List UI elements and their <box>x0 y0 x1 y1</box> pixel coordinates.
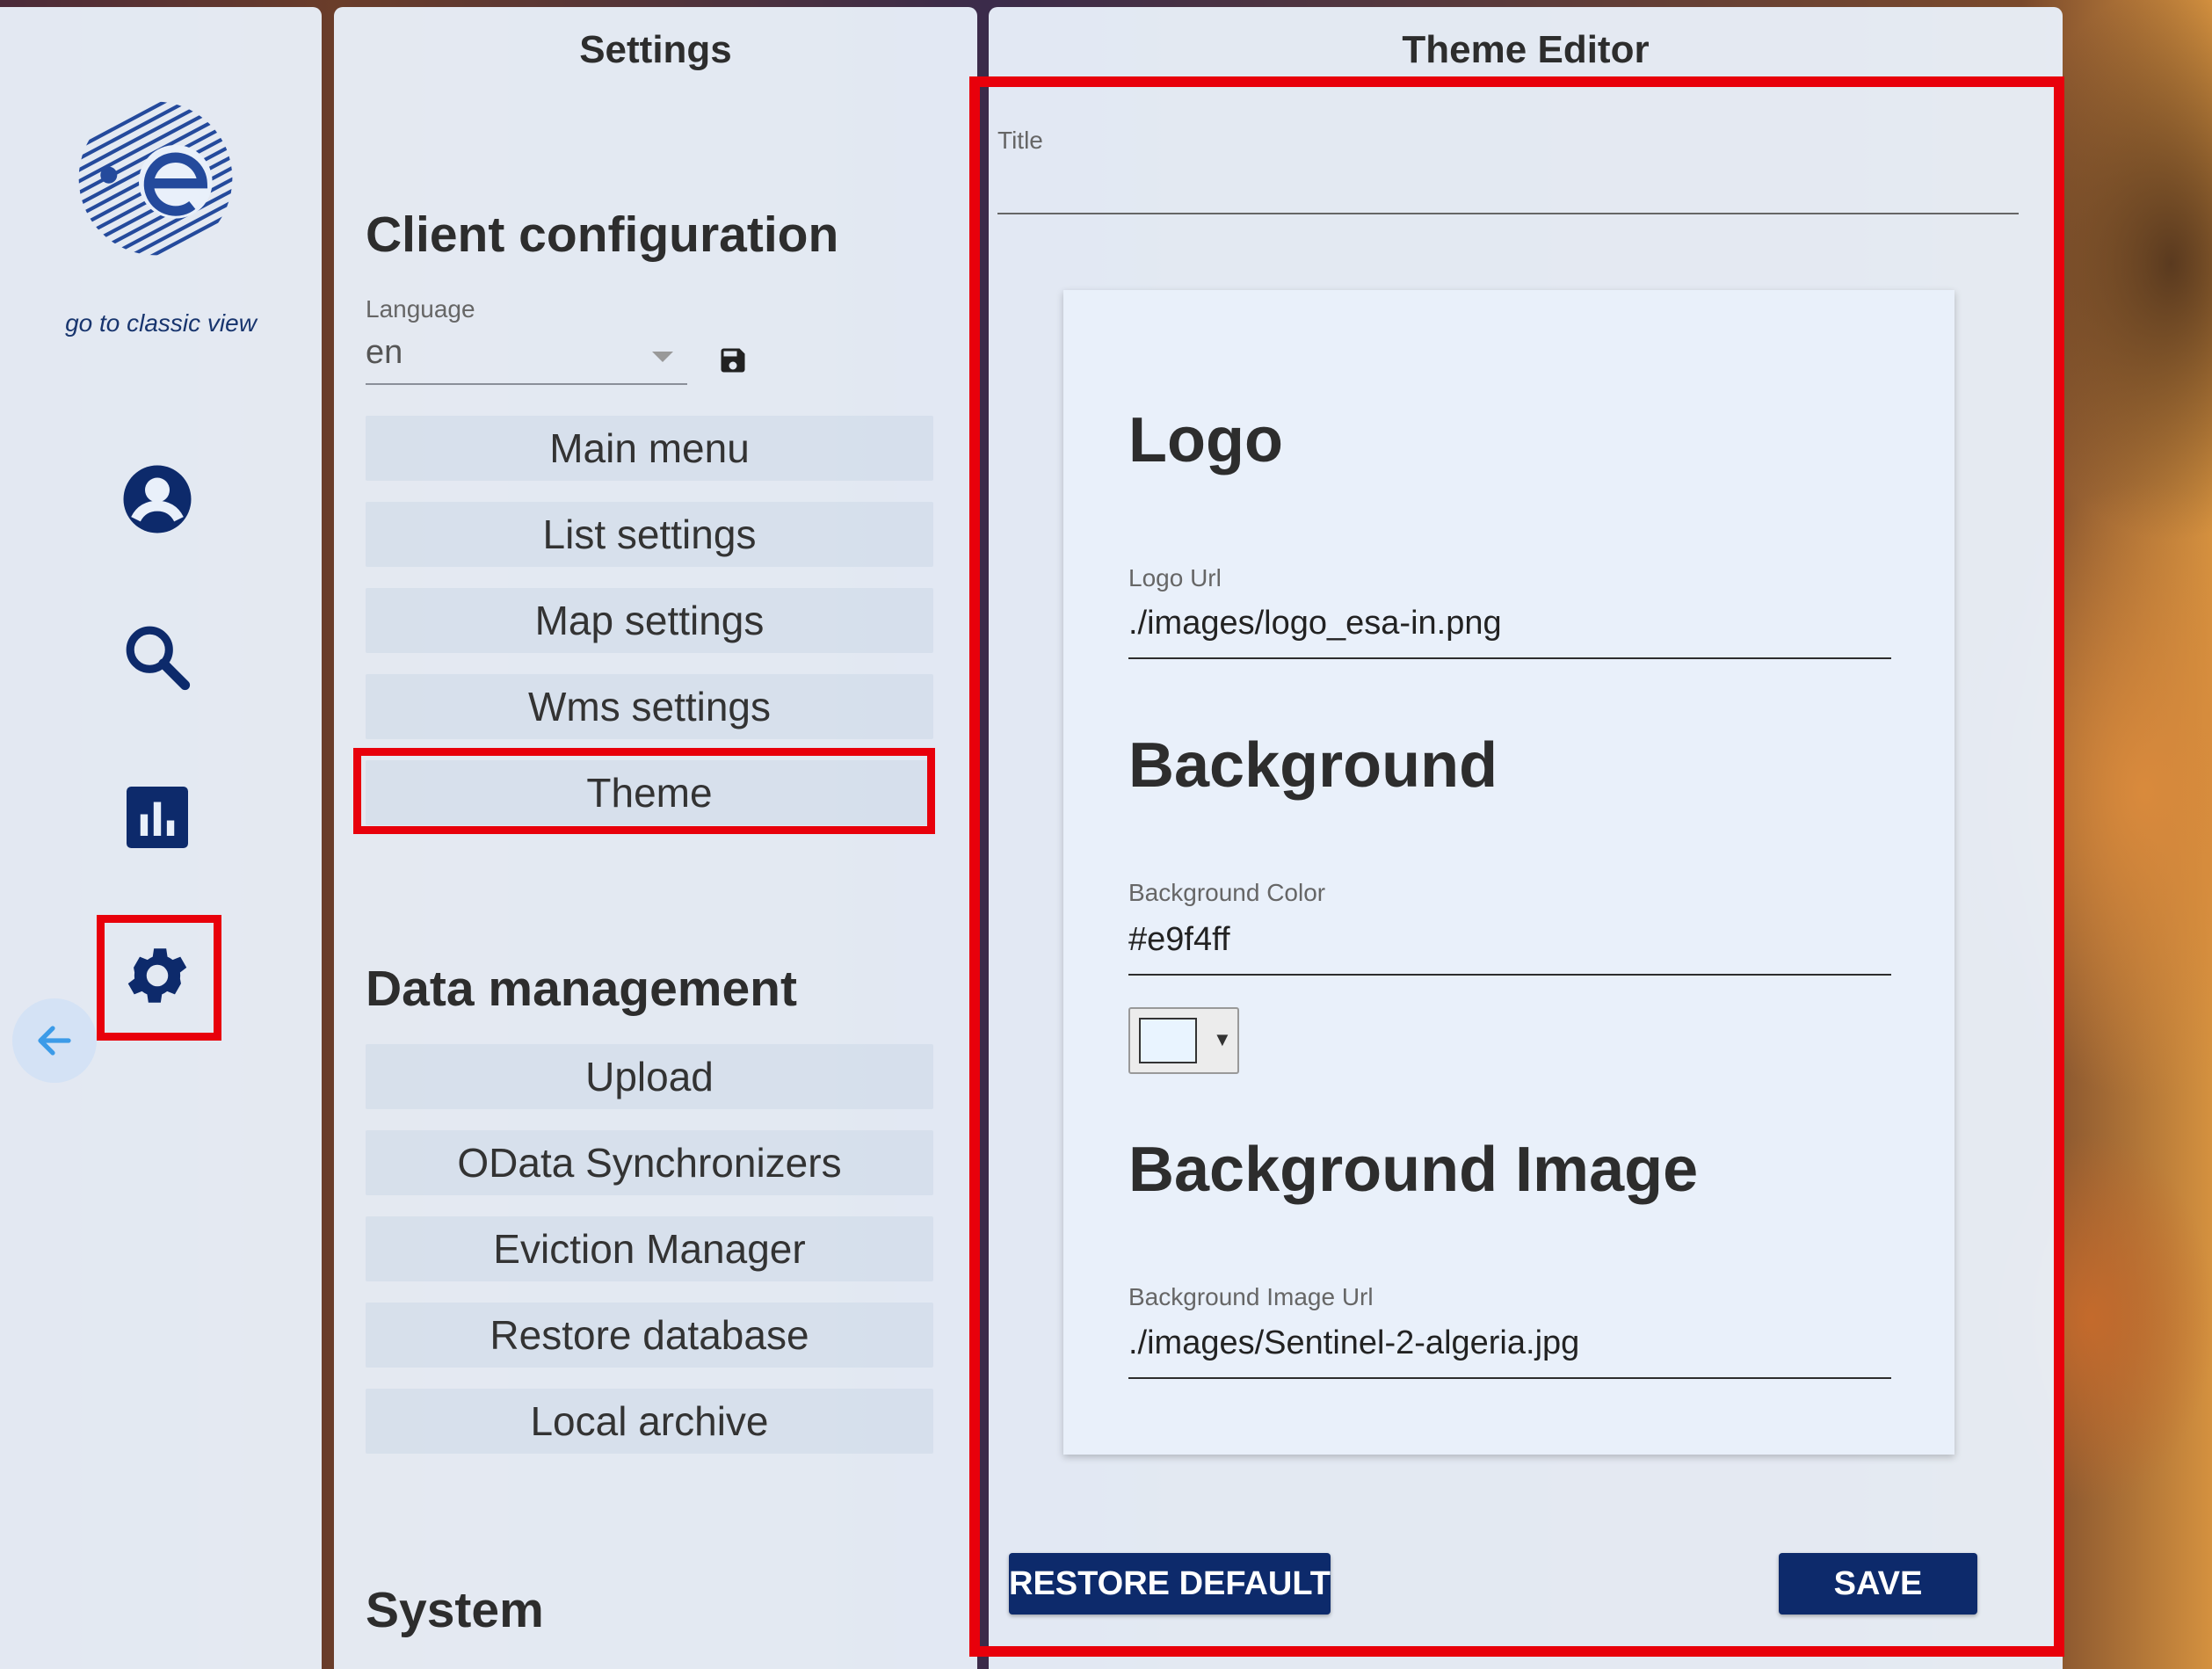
menu-item-restore-database[interactable]: Restore database <box>366 1303 933 1368</box>
theme-card: Logo Logo Url ./images/logo_esa-in.png B… <box>1063 290 1955 1455</box>
menu-item-map-settings[interactable]: Map settings <box>366 588 933 653</box>
color-chip <box>1139 1018 1197 1063</box>
color-picker[interactable]: ▼ <box>1128 1007 1239 1074</box>
background-color-label: Background Color <box>1128 879 1326 906</box>
logo-url-input[interactable]: ./images/logo_esa-in.png <box>1128 605 1502 642</box>
background-image-url-underline <box>1128 1377 1891 1379</box>
collapse-button[interactable] <box>12 998 97 1083</box>
background-color-underline <box>1128 974 1891 976</box>
chart-icon[interactable] <box>120 780 194 854</box>
menu-item-wms-settings[interactable]: Wms settings <box>366 674 933 739</box>
caret-down-icon: ▼ <box>1213 1028 1232 1050</box>
menu-item-upload[interactable]: Upload <box>366 1044 933 1109</box>
background-image-url-label: Background Image Url <box>1128 1283 1374 1310</box>
restore-default-button[interactable]: RESTORE DEFAULT <box>1009 1553 1331 1615</box>
language-label: Language <box>366 295 475 323</box>
caret-down-icon <box>652 352 673 362</box>
logo-url-label: Logo Url <box>1128 564 1222 591</box>
title-input[interactable] <box>997 211 2019 214</box>
search-icon[interactable] <box>120 620 194 694</box>
language-select[interactable]: en <box>366 332 687 385</box>
background-image-url-input[interactable]: ./images/Sentinel-2-algeria.jpg <box>1128 1324 1579 1362</box>
theme-highlight-frame <box>353 748 935 834</box>
settings-panel: Settings Client configuration Language e… <box>334 7 977 1669</box>
client-configuration-heading: Client configuration <box>366 207 839 263</box>
settings-highlight-frame <box>97 915 221 1041</box>
language-value: en <box>366 334 403 371</box>
logo-heading: Logo <box>1128 405 1283 475</box>
save-icon[interactable] <box>717 345 749 376</box>
background-color-input[interactable]: #e9f4ff <box>1128 921 1230 959</box>
theme-editor-panel: Theme Editor Title Logo Logo Url ./image… <box>989 7 2063 1669</box>
esa-logo[interactable] <box>72 95 239 262</box>
system-heading: System <box>366 1582 544 1638</box>
title-field-label: Title <box>997 127 1043 154</box>
logo-url-underline <box>1128 657 1891 659</box>
menu-item-list-settings[interactable]: List settings <box>366 502 933 567</box>
classic-view-link[interactable]: go to classic view <box>0 309 322 337</box>
arrow-left-icon <box>38 1026 71 1056</box>
menu-item-main-menu[interactable]: Main menu <box>366 416 933 481</box>
menu-item-local-archive[interactable]: Local archive <box>366 1389 933 1454</box>
background-image-heading: Background Image <box>1128 1135 1699 1205</box>
save-button[interactable]: SAVE <box>1779 1553 1977 1615</box>
user-icon[interactable] <box>120 462 194 536</box>
menu-item-odata-synchronizers[interactable]: OData Synchronizers <box>366 1130 933 1195</box>
settings-title: Settings <box>579 28 732 71</box>
background-heading: Background <box>1128 730 1498 801</box>
sidebar-rail: go to classic view <box>0 7 322 1669</box>
data-management-heading: Data management <box>366 961 797 1017</box>
theme-editor-title: Theme Editor <box>1402 28 1650 71</box>
menu-item-eviction-manager[interactable]: Eviction Manager <box>366 1216 933 1281</box>
